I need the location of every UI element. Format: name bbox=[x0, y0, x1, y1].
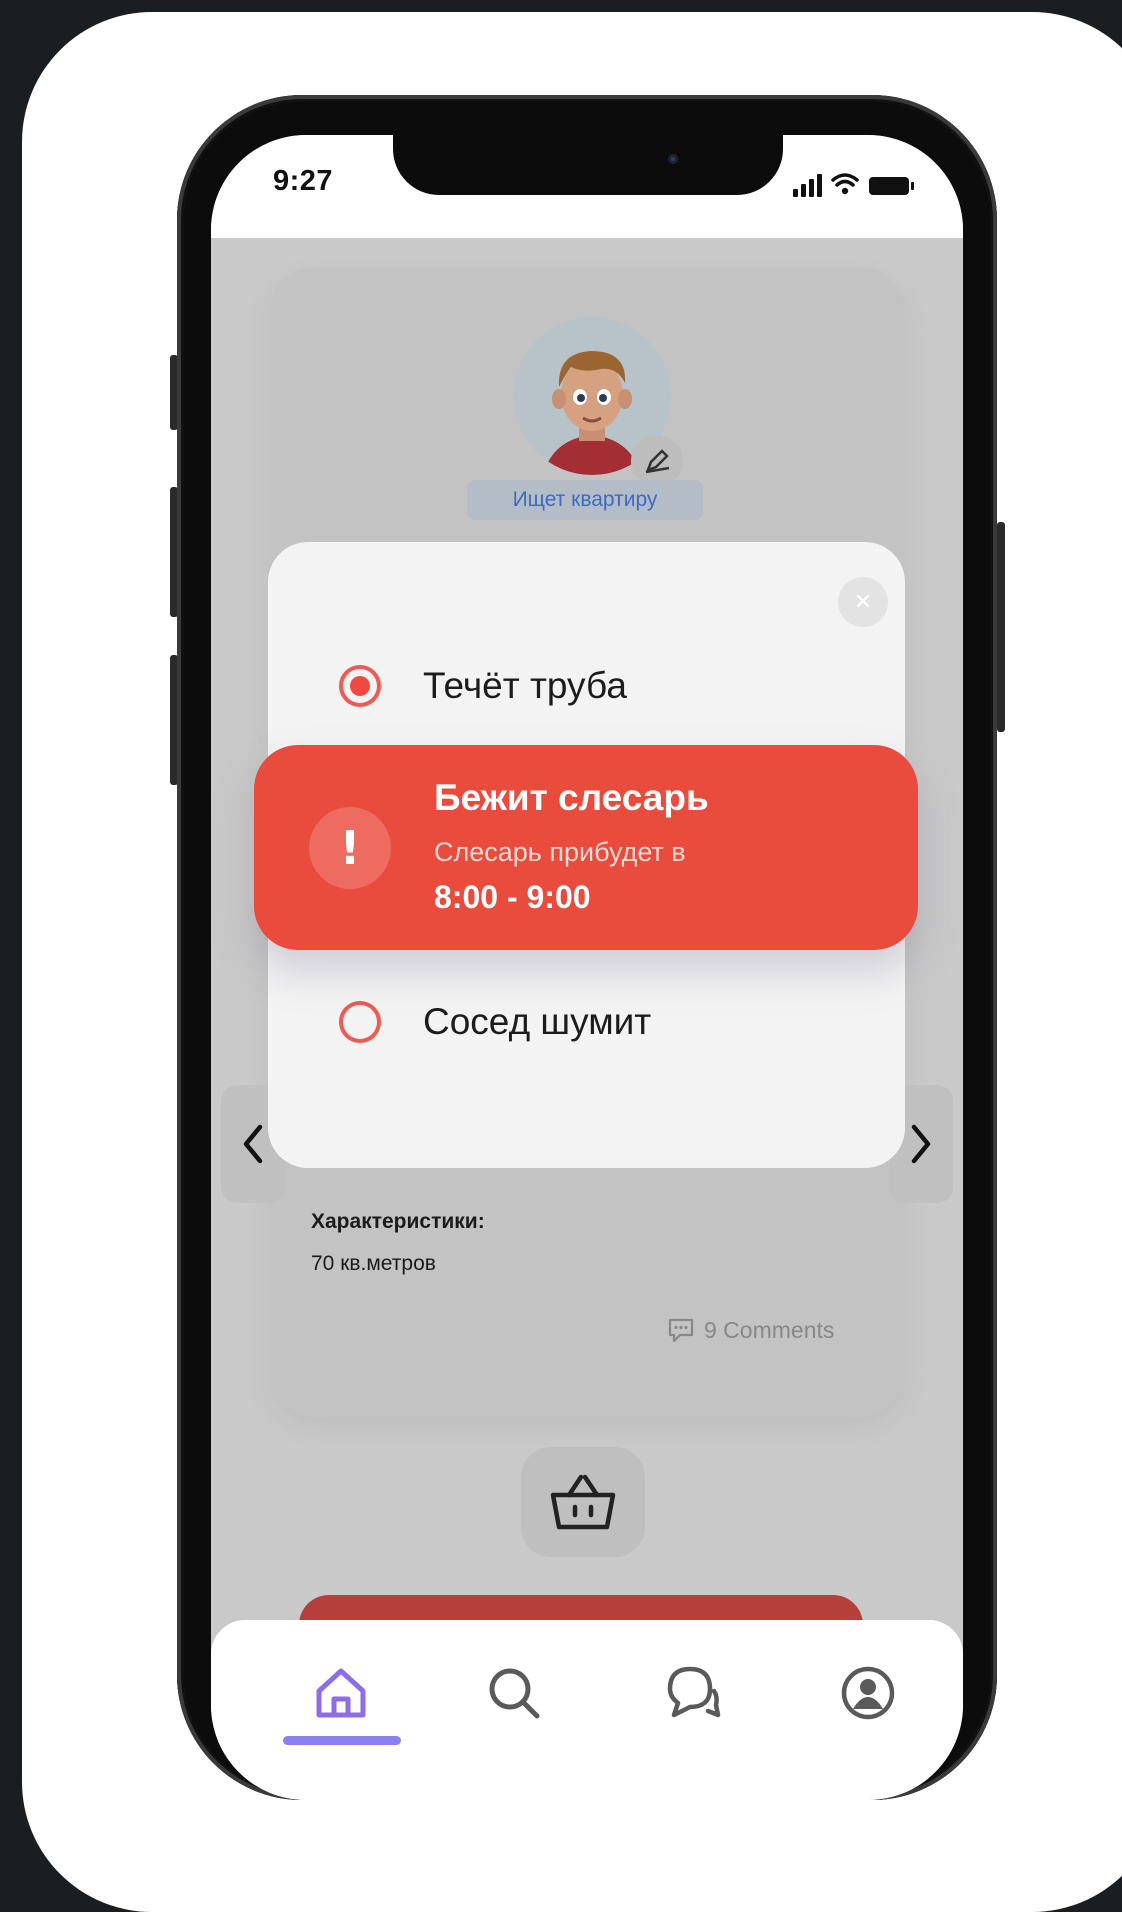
status-pill: Ищет квартиру bbox=[467, 480, 703, 520]
tab-bar bbox=[211, 1620, 963, 1800]
chevron-left-icon bbox=[243, 1124, 263, 1164]
comments-link[interactable]: 9 Comments bbox=[666, 1315, 834, 1345]
phone-screen: Ищет квартиру Характеристики: 70 кв.метр… bbox=[211, 135, 963, 1800]
tab-profile[interactable] bbox=[833, 1658, 903, 1728]
basket-button[interactable] bbox=[521, 1447, 645, 1557]
plumber-alert[interactable]: ! Бежит слесарь Слесарь прибудет в 8:00 … bbox=[254, 745, 918, 950]
characteristics-value: 70 кв.метров bbox=[311, 1252, 436, 1275]
comments-count: 9 Comments bbox=[704, 1316, 835, 1343]
option-label: Течёт труба bbox=[423, 665, 627, 706]
signal-icon bbox=[793, 174, 822, 197]
home-icon bbox=[316, 1668, 366, 1718]
wifi-icon bbox=[831, 173, 859, 195]
battery-icon bbox=[869, 177, 914, 195]
search-icon bbox=[489, 1668, 540, 1719]
radio-selected[interactable] bbox=[339, 665, 381, 707]
status-time: 9:27 bbox=[273, 165, 334, 197]
characteristics-label: Характеристики: bbox=[311, 1210, 485, 1233]
option-leaking-pipe[interactable]: Течёт труба bbox=[339, 665, 627, 707]
active-tab-indicator bbox=[283, 1736, 401, 1745]
tab-home[interactable] bbox=[306, 1658, 376, 1728]
profile-icon bbox=[841, 1666, 895, 1720]
close-icon: ✕ bbox=[853, 589, 873, 614]
basket-icon bbox=[550, 1474, 616, 1530]
tab-search[interactable] bbox=[479, 1658, 549, 1728]
radio-unselected[interactable] bbox=[339, 1001, 381, 1043]
side-button-right bbox=[997, 522, 1005, 732]
exclamation-icon: ! bbox=[309, 807, 391, 889]
phone-frame: Ищет квартиру Характеристики: 70 кв.метр… bbox=[177, 95, 997, 1800]
option-noisy-neighbor[interactable]: Сосед шумит bbox=[339, 1001, 651, 1043]
chat-icon bbox=[667, 1666, 721, 1718]
alert-subtitle: Слесарь прибудет в bbox=[434, 837, 686, 867]
phone-notch bbox=[393, 135, 783, 195]
alert-title: Бежит слесарь bbox=[434, 777, 709, 818]
comment-icon bbox=[668, 1318, 694, 1343]
radio-dot bbox=[350, 676, 370, 696]
tab-chat[interactable] bbox=[657, 1658, 727, 1728]
status-icons bbox=[783, 169, 923, 199]
close-button[interactable]: ✕ bbox=[838, 577, 888, 627]
alert-time-range: 8:00 - 9:00 bbox=[434, 879, 591, 915]
option-label: Сосед шумит bbox=[423, 1001, 652, 1042]
chevron-right-icon bbox=[911, 1124, 931, 1164]
